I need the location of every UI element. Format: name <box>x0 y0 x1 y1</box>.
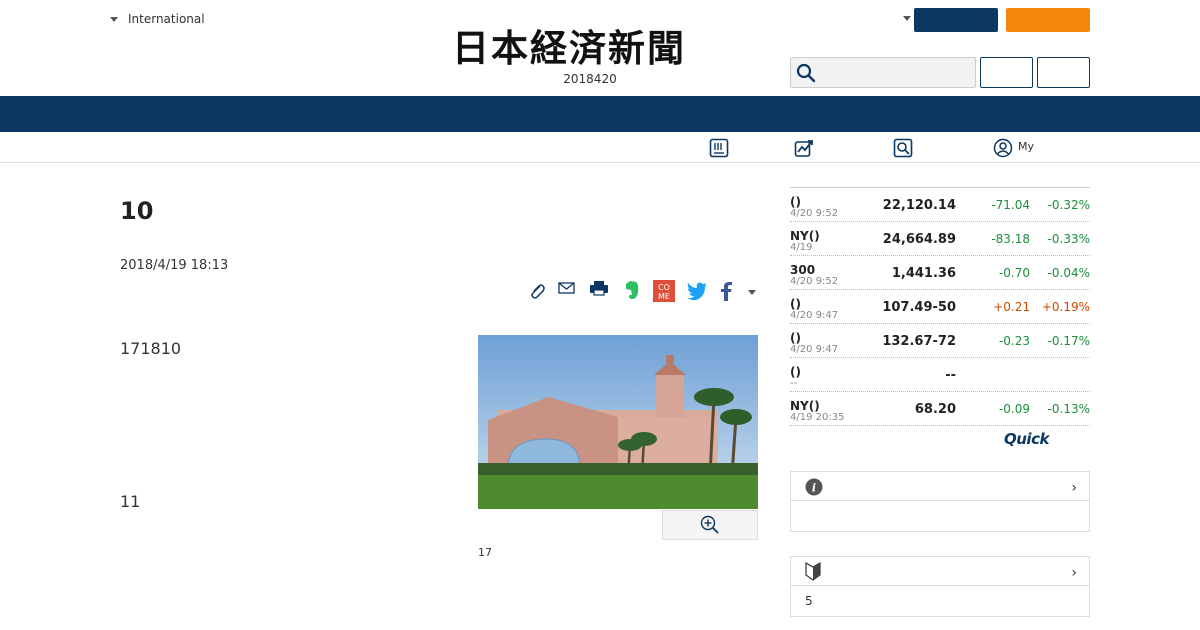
svg-text:ME: ME <box>658 292 670 301</box>
user-icon[interactable] <box>993 138 1013 158</box>
beginner-icon <box>805 561 821 581</box>
market-time: 4/20 9:52 <box>790 276 839 287</box>
beginner-box: › 5 <box>790 556 1090 617</box>
market-value: 132.67-72 <box>882 334 956 349</box>
come-icon[interactable]: CO ME <box>653 280 675 302</box>
market-table: () 4/20 9:52 22,120.14 -71.04 -0.32% NY() 4/19… <box>790 187 1090 426</box>
edition-label: International <box>128 12 205 26</box>
header-date: 2018420 <box>563 72 617 86</box>
article-headline: 10 <box>120 197 154 225</box>
zoom-button[interactable] <box>662 510 758 540</box>
market-change: -0.70 <box>998 266 1030 280</box>
zoom-in-icon <box>700 515 719 534</box>
market-percent: -0.13% <box>1047 402 1090 416</box>
newspaper-icon[interactable] <box>709 138 729 158</box>
market-percent: -0.33% <box>1047 232 1090 246</box>
market-name: 300 <box>790 263 816 277</box>
market-row[interactable]: () 4/20 9:52 22,120.14 -71.04 -0.32% <box>790 188 1090 222</box>
beginner-box-body: 5 <box>791 586 1089 616</box>
subscribe-button[interactable] <box>914 8 998 32</box>
market-percent: -0.32% <box>1047 198 1090 212</box>
market-percent: +0.19% <box>1041 300 1090 314</box>
caret-down-icon[interactable] <box>903 16 911 21</box>
market-value: 107.49-50 <box>882 300 956 315</box>
market-name: NY() <box>790 229 820 243</box>
article-photo[interactable] <box>478 335 758 509</box>
article-paragraph: 171810 <box>120 339 182 358</box>
svg-text:i: i <box>812 482 816 495</box>
market-change: -71.04 <box>991 198 1030 212</box>
market-percent: -0.04% <box>1047 266 1090 280</box>
evernote-icon[interactable] <box>622 280 642 302</box>
market-change: -83.18 <box>991 232 1030 246</box>
register-button[interactable] <box>1037 57 1090 88</box>
facebook-icon[interactable] <box>718 280 734 302</box>
edition-selector[interactable]: International <box>110 12 205 26</box>
beginner-box-header[interactable]: › <box>791 557 1089 586</box>
market-name: () <box>790 195 801 209</box>
info-box: i › <box>790 471 1090 532</box>
market-change: -0.09 <box>998 402 1030 416</box>
market-time: 4/20 9:52 <box>790 208 839 219</box>
info-icon: i <box>805 478 823 496</box>
twitter-icon[interactable] <box>686 280 708 302</box>
search-icon[interactable] <box>796 63 816 83</box>
market-row[interactable]: NY() 4/19 20:35 68.20 -0.09 -0.13% <box>790 392 1090 426</box>
market-value: 68.20 <box>914 402 956 417</box>
market-percent: -0.17% <box>1047 334 1090 348</box>
main-nav-bar <box>0 96 1200 132</box>
market-name: () <box>790 365 801 379</box>
my-label[interactable]: My <box>1018 140 1034 153</box>
market-change: +0.21 <box>993 300 1030 314</box>
chart-icon[interactable] <box>794 138 814 158</box>
svg-text:CO: CO <box>658 283 670 292</box>
print-icon[interactable] <box>589 280 609 302</box>
search-box-icon[interactable] <box>893 138 913 158</box>
market-change: -0.23 <box>998 334 1030 348</box>
quick-logo[interactable]: Quick <box>1004 430 1049 448</box>
share-more-icon[interactable] <box>748 290 756 295</box>
market-value: 24,664.89 <box>882 232 956 247</box>
login-button[interactable] <box>980 57 1033 88</box>
search-input[interactable] <box>790 57 976 88</box>
chevron-right-icon: › <box>1071 565 1077 581</box>
photo-caption: 17 <box>478 546 492 559</box>
market-value: -- <box>945 368 956 383</box>
market-row[interactable]: 300 4/20 9:52 1,441.36 -0.70 -0.04% <box>790 256 1090 290</box>
article-paragraph: 11 <box>120 492 141 511</box>
market-value: 1,441.36 <box>891 266 956 281</box>
market-value: 22,120.14 <box>882 198 956 213</box>
market-time: -- <box>790 378 798 389</box>
market-time: 4/19 20:35 <box>790 412 845 423</box>
market-row[interactable]: () 4/20 9:47 132.67-72 -0.23 -0.17% <box>790 324 1090 358</box>
market-row[interactable]: NY() 4/19 24,664.89 -83.18 -0.33% <box>790 222 1090 256</box>
trial-button[interactable] <box>1006 8 1090 32</box>
market-time: 4/20 9:47 <box>790 310 839 321</box>
market-row[interactable]: () 4/20 9:47 107.49-50 +0.21 +0.19% <box>790 290 1090 324</box>
site-logo[interactable]: 日本経済新聞 <box>452 26 750 70</box>
clip-icon[interactable] <box>528 280 546 302</box>
caret-down-icon <box>110 16 118 22</box>
market-name: () <box>790 297 801 311</box>
chevron-right-icon: › <box>1071 480 1077 496</box>
market-time: 4/19 <box>790 242 813 253</box>
market-name: NY() <box>790 399 820 413</box>
market-time: 4/20 9:47 <box>790 344 839 355</box>
article-date: 2018/4/19 18:13 <box>120 258 229 273</box>
market-name: () <box>790 331 801 345</box>
info-box-body <box>791 501 1089 531</box>
market-row[interactable]: () -- -- <box>790 358 1090 392</box>
beginner-box-count: 5 <box>805 594 813 608</box>
info-box-header[interactable]: i › <box>791 472 1089 501</box>
mail-icon[interactable] <box>558 280 576 302</box>
